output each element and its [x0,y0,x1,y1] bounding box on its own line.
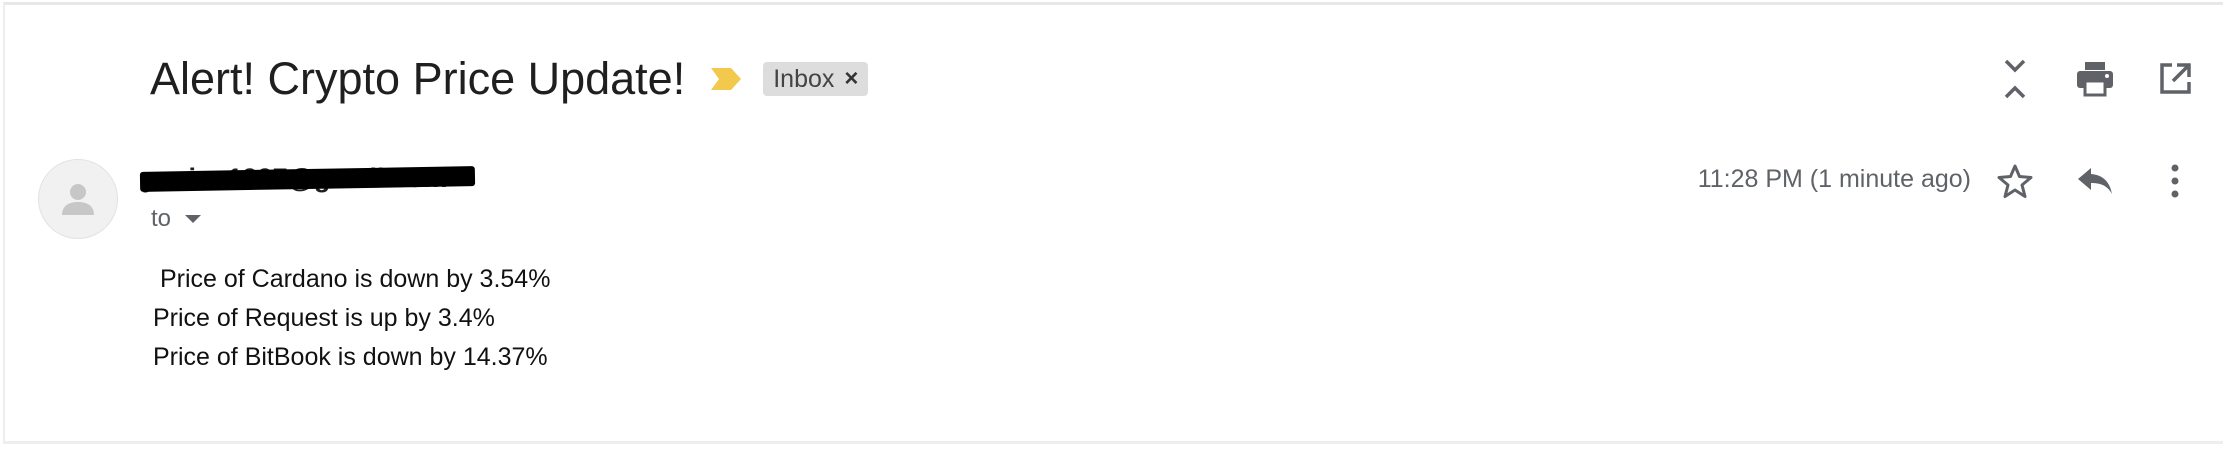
email-view: Alert! Crypto Price Update! Inbox × to 1… [3,2,2223,444]
sender-avatar[interactable] [38,159,118,239]
reply-icon[interactable] [2069,155,2121,207]
body-line: Price of BitBook is down by 14.37% [153,343,548,371]
remove-label-icon[interactable]: × [844,65,858,93]
thread-actions [1961,53,2201,105]
star-icon[interactable] [1989,155,2041,207]
subject-row: Alert! Crypto Price Update! Inbox × [150,49,869,109]
inbox-label-chip[interactable]: Inbox × [763,62,869,96]
open-in-new-window-icon[interactable] [2149,53,2201,105]
more-vert-icon[interactable] [2149,155,2201,207]
recipient-row[interactable]: to [151,205,202,233]
importance-marker-icon[interactable] [709,66,743,92]
print-icon[interactable] [2069,53,2121,105]
message-actions [1961,155,2201,207]
inbox-label-text: Inbox [773,64,835,93]
collapse-all-icon[interactable] [1989,53,2041,105]
email-timestamp: 11:28 PM (1 minute ago) [1697,165,1971,193]
email-subject: Alert! Crypto Price Update! [150,53,686,104]
recipient-prefix: to [151,205,172,232]
chevron-down-icon[interactable] [185,215,202,223]
email-body: Price of Cardano is down by 3.54% Price … [153,260,550,377]
body-line: Price of Request is up by 3.4% [153,304,495,332]
body-line: Price of Cardano is down by 3.54% [153,265,551,293]
person-icon [62,184,94,215]
